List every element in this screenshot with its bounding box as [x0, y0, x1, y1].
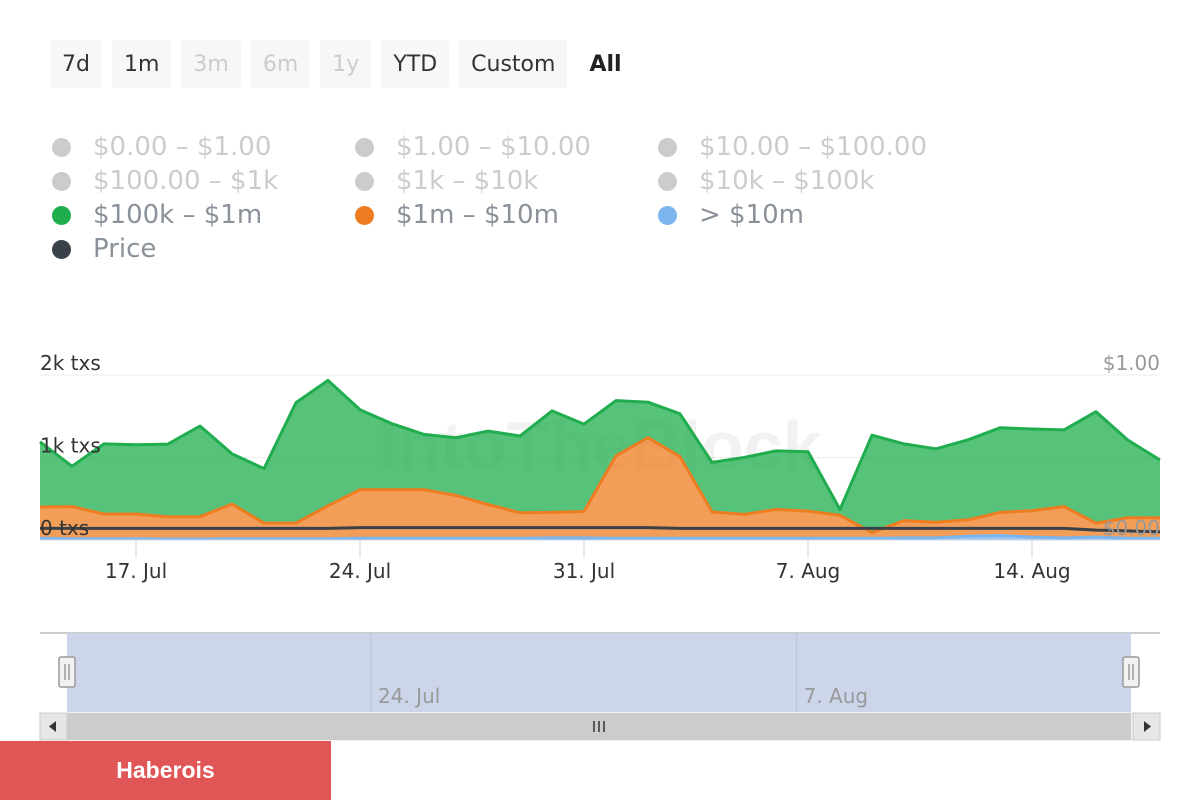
legend-label: $1.00 – $10.00: [396, 132, 591, 162]
navigator-selection[interactable]: [67, 633, 1131, 712]
legend-item-price[interactable]: Price: [52, 234, 156, 264]
chart-area: IntoTheBlock0 txs1k txs2k txs$0.00$1.001…: [39, 351, 1161, 583]
y-left-tick-label: 0 txs: [40, 516, 89, 540]
navigator-handle-right[interactable]: [1122, 656, 1140, 688]
legend-item-10m[interactable]: > $10m: [658, 200, 804, 230]
x-tick-label: 17. Jul: [105, 559, 167, 583]
x-tick-label: 14. Aug: [993, 559, 1070, 583]
legend-label: $1k – $10k: [396, 166, 539, 196]
x-tick-label: 7. Aug: [776, 559, 841, 583]
legend-item-0-00-1-00[interactable]: $0.00 – $1.00: [52, 132, 271, 162]
navigator-tick-label: 7. Aug: [804, 684, 869, 708]
navigator-handle-left[interactable]: [58, 656, 76, 688]
range-button-custom[interactable]: Custom: [459, 40, 568, 88]
range-button-7d[interactable]: 7d: [50, 40, 102, 88]
navigator-tick-label: 24. Jul: [378, 684, 440, 708]
range-selector: 7d 1m 3m 6m 1y YTD Custom All: [50, 40, 634, 88]
legend-label: $100k – $1m: [93, 200, 263, 230]
legend-label: Price: [93, 234, 157, 264]
legend-marker: [52, 171, 71, 191]
legend-label: $10.00 – $100.00: [699, 132, 928, 162]
range-button-ytd[interactable]: YTD: [381, 40, 450, 88]
legend-item-1k-10k[interactable]: $1k – $10k: [355, 166, 538, 196]
legend-label: $10k – $100k: [699, 166, 875, 196]
legend-item-100-00-1k[interactable]: $100.00 – $1k: [52, 166, 278, 196]
legend-label: $100.00 – $1k: [93, 166, 279, 196]
y-left-tick-label: 2k txs: [40, 351, 101, 375]
legend-item-100k-1m[interactable]: $100k – $1m: [52, 200, 262, 230]
y-right-tick-label: $0.00: [1103, 516, 1160, 540]
legend-marker: [355, 137, 374, 157]
range-button-1m[interactable]: 1m: [111, 40, 172, 88]
legend-label: $1m – $10m: [396, 200, 559, 230]
scroll-left-button[interactable]: [39, 712, 68, 741]
scroll-right-button[interactable]: [1132, 712, 1161, 741]
legend-item-10k-100k[interactable]: $10k – $100k: [658, 166, 874, 196]
legend-item-10-00-100-00[interactable]: $10.00 – $100.00: [658, 132, 927, 162]
range-button-all[interactable]: All: [577, 40, 633, 88]
range-button-3m[interactable]: 3m: [181, 40, 241, 88]
x-tick-label: 24. Jul: [329, 559, 391, 583]
source-badge: Haberois: [0, 741, 331, 800]
legend-label: $0.00 – $1.00: [93, 132, 272, 162]
legend-item-1m-10m[interactable]: $1m – $10m: [355, 200, 559, 230]
legend-marker: [658, 137, 677, 157]
legend-label: > $10m: [699, 200, 805, 230]
y-left-tick-label: 1k txs: [40, 434, 101, 458]
legend-marker: [355, 171, 374, 191]
range-button-1y[interactable]: 1y: [320, 40, 372, 88]
legend-marker: [52, 239, 71, 259]
y-right-tick-label: $1.00: [1103, 351, 1160, 375]
legend-marker: [52, 205, 71, 225]
range-button-6m[interactable]: 6m: [250, 40, 311, 88]
x-tick-label: 31. Jul: [553, 559, 615, 583]
legend-marker: [658, 205, 677, 225]
legend-item-1-00-10-00[interactable]: $1.00 – $10.00: [355, 132, 591, 162]
legend-marker: [355, 205, 374, 225]
chart-navigator[interactable]: 24. Jul 7. Aug: [0, 625, 1200, 743]
legend-marker: [52, 137, 71, 157]
legend-marker: [658, 171, 677, 191]
